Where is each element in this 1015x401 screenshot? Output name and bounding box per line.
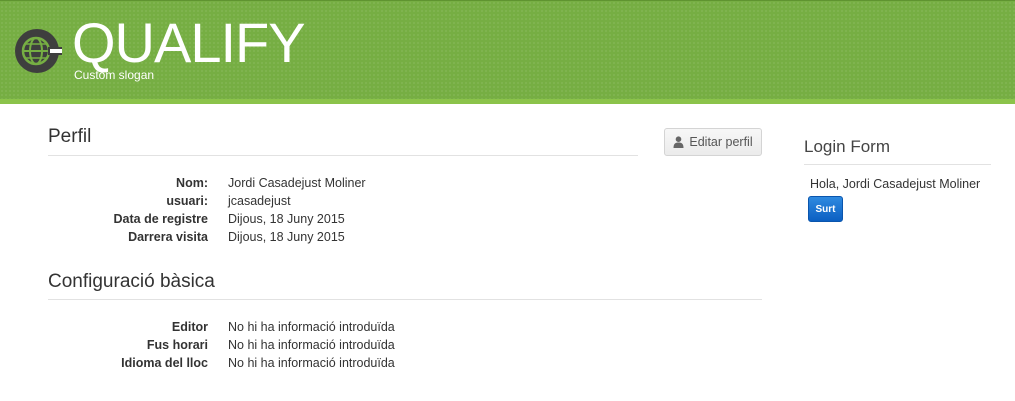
edit-profile-label: Editar perfil: [689, 135, 753, 149]
site-header: QUALIFY Custom slogan: [0, 0, 1015, 104]
profile-title: Perfil: [48, 126, 92, 147]
detail-label: Idioma del lloc: [121, 356, 208, 370]
detail-row-last-visit: Darrera visita Dijous, 18 Juny 2015: [40, 228, 440, 246]
basic-settings-divider: [48, 299, 762, 300]
user-icon: [673, 136, 684, 148]
detail-row-name: Nom: Jordi Casadejust Moliner: [40, 174, 440, 192]
detail-row-language: Idioma del lloc No hi ha informació intr…: [40, 354, 440, 372]
login-greeting: Hola, Jordi Casadejust Moliner: [810, 177, 981, 191]
detail-label: usuari:: [166, 194, 208, 208]
detail-row-register-date: Data de registre Dijous, 18 Juny 2015: [40, 210, 440, 228]
detail-value: jcasadejust: [228, 194, 291, 208]
detail-label: Editor: [171, 320, 208, 334]
detail-value: Dijous, 18 Juny 2015: [228, 230, 345, 244]
profile-details: Nom: Jordi Casadejust Moliner usuari: jc…: [40, 174, 440, 246]
site-slogan: Custom slogan: [74, 68, 155, 82]
login-form-title: Login Form: [804, 137, 890, 156]
detail-label: Darrera visita: [128, 230, 208, 244]
detail-row-username: usuari: jcasadejust: [40, 192, 440, 210]
detail-label: Nom:: [176, 176, 208, 190]
detail-value: No hi ha informació introduïda: [228, 356, 395, 370]
detail-value: Jordi Casadejust Moliner: [228, 176, 366, 190]
login-form-divider: [804, 164, 991, 165]
detail-value: No hi ha informació introduïda: [228, 320, 395, 334]
basic-settings-details: Editor No hi ha informació introduïda Fu…: [40, 318, 440, 372]
edit-profile-button[interactable]: Editar perfil: [664, 128, 762, 156]
detail-value: Dijous, 18 Juny 2015: [228, 212, 345, 226]
detail-row-editor: Editor No hi ha informació introduïda: [40, 318, 440, 336]
detail-row-timezone: Fus horari No hi ha informació introduïd…: [40, 336, 440, 354]
detail-label: Data de registre: [113, 212, 208, 226]
site-title[interactable]: QUALIFY: [72, 14, 306, 72]
detail-label: Fus horari: [146, 338, 208, 352]
profile-divider: [48, 155, 638, 156]
detail-value: No hi ha informació introduïda: [228, 338, 395, 352]
logout-button[interactable]: Surt: [808, 196, 843, 222]
globe-logo-icon[interactable]: [14, 28, 64, 74]
basic-settings-title: Configuració bàsica: [48, 271, 215, 292]
